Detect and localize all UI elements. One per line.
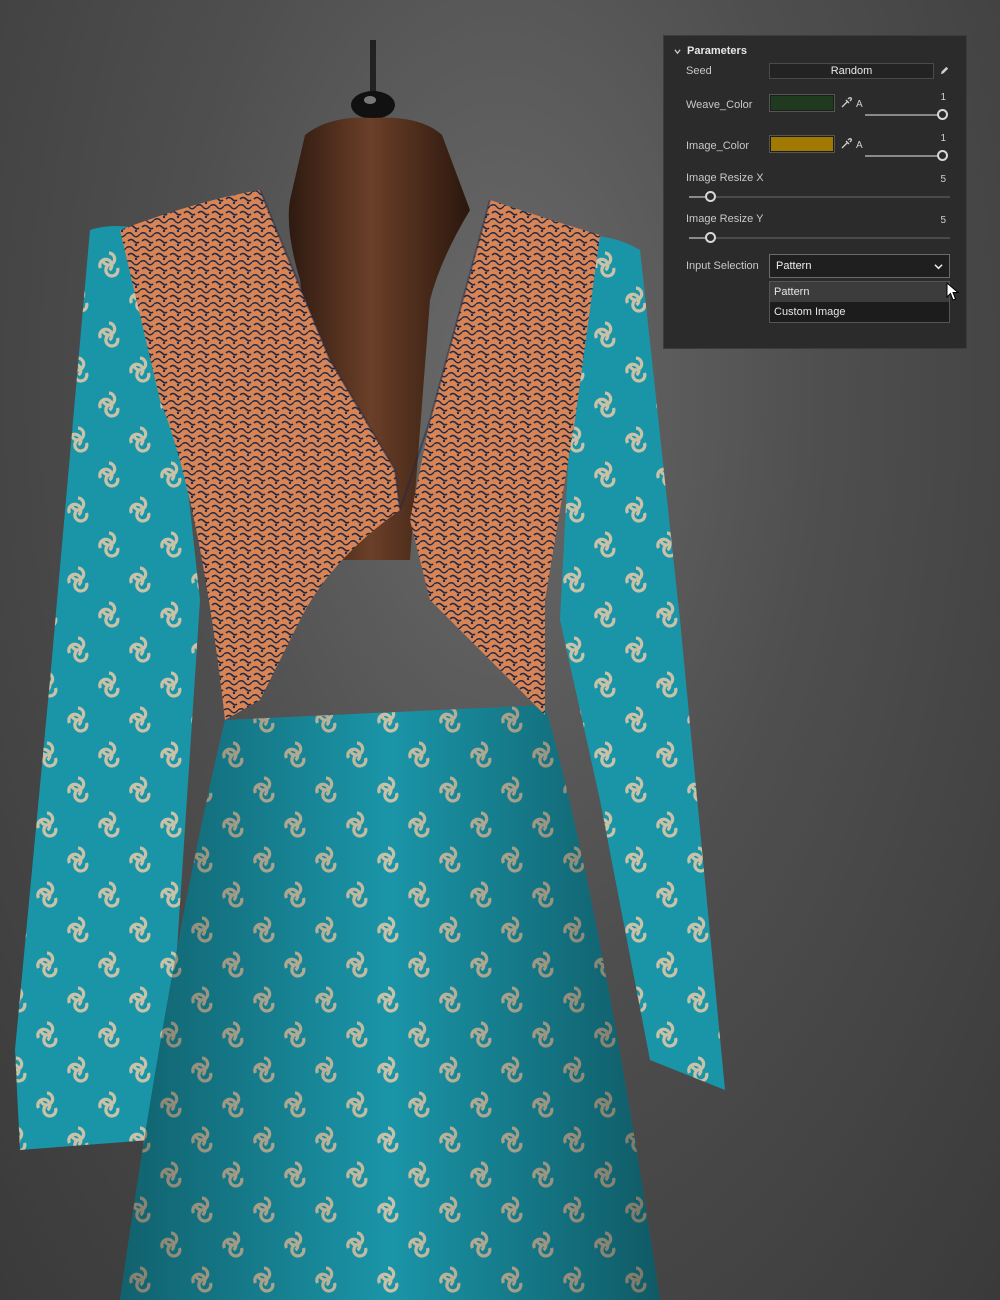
image-alpha-value: 1: [940, 133, 946, 144]
eyedropper-icon[interactable]: [840, 97, 852, 109]
weave-color-fill: [771, 96, 833, 110]
weave-alpha-label: A: [856, 99, 863, 110]
image-alpha-label: A: [856, 140, 863, 151]
resize-x-handle[interactable]: [705, 191, 716, 202]
input-selection-options: Pattern Custom Image: [769, 281, 950, 323]
pencil-icon[interactable]: [939, 65, 950, 76]
input-selection-dropdown[interactable]: Pattern: [769, 254, 950, 278]
chevron-down-icon[interactable]: [934, 262, 943, 271]
chevron-down-icon[interactable]: [674, 48, 681, 55]
mouse-cursor-icon: [946, 282, 959, 301]
random-seed-button[interactable]: Random: [769, 63, 934, 79]
parameters-header[interactable]: Parameters: [674, 44, 747, 58]
resize-x-track[interactable]: [709, 196, 950, 198]
image-color-fill: [771, 137, 833, 151]
parameters-panel: Parameters Seed Random Weave_Color A 1 I…: [663, 35, 967, 349]
image-alpha-track[interactable]: [865, 155, 939, 157]
image-color-swatch[interactable]: [769, 135, 835, 153]
weave-alpha-value: 1: [940, 92, 946, 103]
weave-color-label: Weave_Color: [686, 99, 753, 111]
option-custom-image[interactable]: Custom Image: [770, 302, 949, 322]
panel-title: Parameters: [687, 45, 747, 57]
input-selection-label: Input Selection: [686, 260, 759, 272]
weave-alpha-handle[interactable]: [937, 109, 948, 120]
resize-y-label: Image Resize Y: [686, 213, 764, 225]
resize-y-track[interactable]: [709, 237, 950, 239]
image-color-label: Image_Color: [686, 140, 749, 152]
resize-x-label: Image Resize X: [686, 172, 764, 184]
seed-label: Seed: [686, 65, 712, 77]
resize-y-handle[interactable]: [705, 232, 716, 243]
eyedropper-icon[interactable]: [840, 138, 852, 150]
input-selection-value: Pattern: [776, 260, 812, 272]
resize-y-value: 5: [940, 215, 946, 226]
image-alpha-handle[interactable]: [937, 150, 948, 161]
resize-x-value: 5: [940, 174, 946, 185]
option-pattern[interactable]: Pattern: [770, 282, 949, 302]
weave-alpha-track[interactable]: [865, 114, 939, 116]
weave-color-swatch[interactable]: [769, 94, 835, 112]
